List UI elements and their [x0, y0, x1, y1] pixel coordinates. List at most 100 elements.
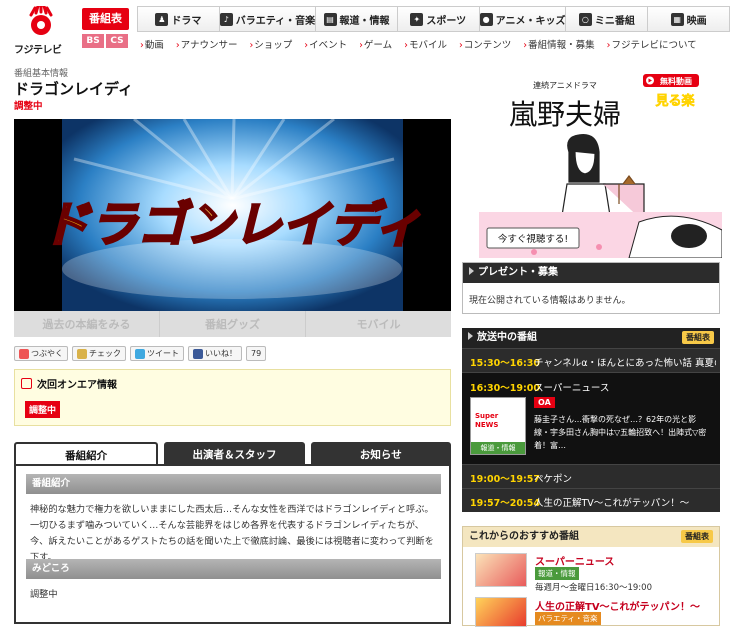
tab-cast-staff[interactable]: 出演者＆スタッフ [164, 442, 305, 466]
subnav-contents[interactable]: コンテンツ [459, 37, 512, 51]
triangle-icon [468, 332, 473, 340]
heading-text: プレゼント・募集 [478, 267, 558, 278]
oa-badge: OA [534, 397, 555, 408]
section-heading-highlights: みどころ [26, 559, 441, 579]
social-bar: つぶやく チェック ツイート いいね！ 79 [14, 346, 267, 362]
anime-drama-ad[interactable]: 連続アニメドラマ 嵐野夫婦 無料動画 見る楽 今すぐ視聴する! [479, 72, 722, 258]
onair-row-current[interactable]: 16:30〜19:00 スーパーニュース Super NEWS 報道・情報 OA… [462, 372, 720, 464]
reco-time: 毎週月〜金曜日16:30〜19:00 [535, 583, 652, 593]
button-label: いいね！ [205, 349, 237, 358]
onair-row[interactable]: 15:30〜16:30 チャンネルα・ほんとにあった怖い話 真夏の [462, 348, 720, 372]
subnav-event[interactable]: イベント [304, 37, 347, 51]
mixi-icon [77, 348, 87, 359]
past-episodes-button[interactable]: 過去の本編をみる [14, 311, 160, 337]
onair-title: ペケポン [534, 474, 573, 485]
triangle-icon [469, 267, 474, 275]
nav-mini[interactable]: ○ ミニ番組 [566, 7, 649, 31]
facebook-like-button[interactable]: いいね！ [188, 346, 242, 361]
tab-content: 番組紹介 神秘的な魅力で権力を欲しいままにした西太后…そんな女性を西洋ではドラゴ… [14, 464, 451, 624]
next-air-box: 次回オンエア情報 調整中 [14, 369, 451, 426]
subnav-program-info[interactable]: 番組情報・募集 [523, 37, 595, 51]
news-icon: ▤ [323, 12, 337, 26]
tweet-button[interactable]: ツイート [130, 346, 184, 361]
subnav-mobile[interactable]: モバイル [404, 37, 447, 51]
onair-time: 19:57〜20:54 [470, 498, 540, 509]
page-title: ドラゴンレイディ [14, 80, 133, 98]
thumbnail-text: Super NEWS [475, 412, 499, 429]
reco-title[interactable]: スーパーニュース [535, 553, 614, 568]
hero-image: ドラゴンレイディ [14, 119, 451, 311]
present-heading: プレゼント・募集 [463, 263, 719, 283]
ad-artwork: 連続アニメドラマ 嵐野夫婦 無料動画 見る楽 今すぐ視聴する! [479, 74, 722, 258]
subnav-shop[interactable]: ショップ [249, 37, 292, 51]
button-label: 番組グッズ [205, 318, 260, 331]
subnav-game[interactable]: ゲーム [359, 37, 392, 51]
button-label: 過去の本編をみる [42, 318, 131, 331]
nav-label: ドラマ [171, 15, 202, 27]
fujitv-eye-icon [29, 6, 53, 35]
tsubuyaku-button[interactable]: つぶやく [14, 346, 68, 361]
tab-news[interactable]: お知らせ [310, 442, 451, 466]
nav-news[interactable]: ▤ 報道・情報 [316, 7, 398, 31]
subnav-video[interactable]: 動画 [140, 37, 164, 51]
reco-title[interactable]: 人生の正解TV〜これがテッパン！〜 [535, 598, 700, 613]
mobile-button[interactable]: モバイル [306, 311, 451, 337]
heading-text: 放送中の番組 [477, 332, 537, 343]
button-label: ツイート [147, 349, 179, 358]
onair-row[interactable]: 19:00〜19:57 ペケポン [462, 464, 720, 488]
nav-variety[interactable]: ♪ バラエティ・音楽 [219, 7, 317, 31]
hero-buttons: 過去の本編をみる 番組グッズ モバイル [14, 311, 451, 337]
next-air-heading: 次回オンエア情報 [21, 376, 117, 391]
drama-icon: ♟ [155, 12, 169, 26]
section-body-intro: 神秘的な魅力で権力を欲しいままにした西太后…そんな女性を西洋ではドラゴンレイディ… [30, 504, 434, 563]
svg-text:無料動画: 無料動画 [660, 76, 692, 86]
onair-title: チャンネルα・ほんとにあった怖い話 真夏の [534, 358, 716, 369]
nav-label: スポーツ [426, 15, 467, 27]
logo-text: フジテレビ [14, 45, 62, 56]
reco-guide-tag[interactable]: 番組表 [681, 530, 713, 543]
button-label: つぶやく [31, 349, 63, 358]
nav-label: 報道・情報 [339, 15, 390, 27]
mic-icon: ♪ [219, 12, 233, 26]
next-air-badge: 調整中 [25, 401, 61, 418]
ad-title: 嵐野夫婦 [509, 98, 621, 131]
onair-title: スーパーニュース [534, 383, 610, 394]
nav-sports[interactable]: ✦ スポーツ [398, 7, 480, 31]
global-nav: ♟ ドラマ ♪ バラエティ・音楽 ▤ 報道・情報 ✦ スポーツ ● アニメ・キッズ ○ ミニ… [137, 6, 730, 32]
heading-text: 次回オンエア情報 [37, 380, 117, 391]
hero-artwork: ドラゴンレイディ [40, 119, 424, 311]
mixi-check-button[interactable]: チェック [72, 346, 126, 361]
onair-desc: 藤圭子さん…衝撃の死なぜ…？62年の光と影線・宇多田さん胸中は▽五輪招致へ！出陣… [534, 415, 707, 450]
subnav-announcer[interactable]: アナウンサー [176, 37, 238, 51]
onair-time: 15:30〜16:30 [470, 358, 540, 369]
present-body: 現在公開されている情報はありません。 [469, 296, 631, 306]
recommend-box: これからのおすすめ番組 番組表 スーパーニュース 報道・情報 毎週月〜金曜日16… [462, 526, 720, 627]
onair-row[interactable]: 19:57〜20:54 人生の正解TV〜これがテッパン！〜 [462, 488, 720, 512]
button-label: モバイル [356, 318, 401, 331]
nav-drama[interactable]: ♟ ドラマ [138, 7, 220, 31]
bs-button[interactable]: BS [82, 34, 104, 48]
section-body-highlights: 調整中 [30, 589, 58, 600]
sub-nav: 動画 アナウンサー ショップ イベント ゲーム モバイル コンテンツ 番組情報・… [140, 37, 732, 51]
nav-label: ミニ番組 [594, 15, 635, 27]
onair-guide-tag[interactable]: 番組表 [682, 331, 714, 344]
subnav-about[interactable]: フジテレビについて [607, 37, 696, 51]
onair-time: 19:00〜19:57 [470, 474, 540, 485]
tv-guide-button[interactable]: 番組表 [82, 8, 129, 30]
like-count: 79 [246, 346, 267, 361]
facebook-icon [193, 348, 203, 359]
fujitv-logo[interactable]: フジテレビ [12, 4, 72, 56]
nav-label: 映画 [686, 15, 707, 27]
tab-program-intro[interactable]: 番組紹介 [14, 442, 159, 466]
nav-anime[interactable]: ● アニメ・キッズ [479, 7, 567, 31]
onair-title: 人生の正解TV〜これがテッパン！〜 [534, 498, 690, 509]
tv-icon [21, 378, 32, 389]
nav-movie[interactable]: ▦ 映画 [648, 7, 729, 31]
magnifier-icon: ○ [578, 12, 592, 26]
program-tabs: 番組紹介 出演者＆スタッフ お知らせ [14, 442, 451, 466]
cs-button[interactable]: CS [106, 34, 128, 48]
hero-logo-text: ドラゴンレイディ [42, 197, 423, 253]
twitter-icon [135, 348, 145, 359]
section-heading-intro: 番組紹介 [26, 474, 441, 494]
goods-button[interactable]: 番組グッズ [160, 311, 306, 337]
